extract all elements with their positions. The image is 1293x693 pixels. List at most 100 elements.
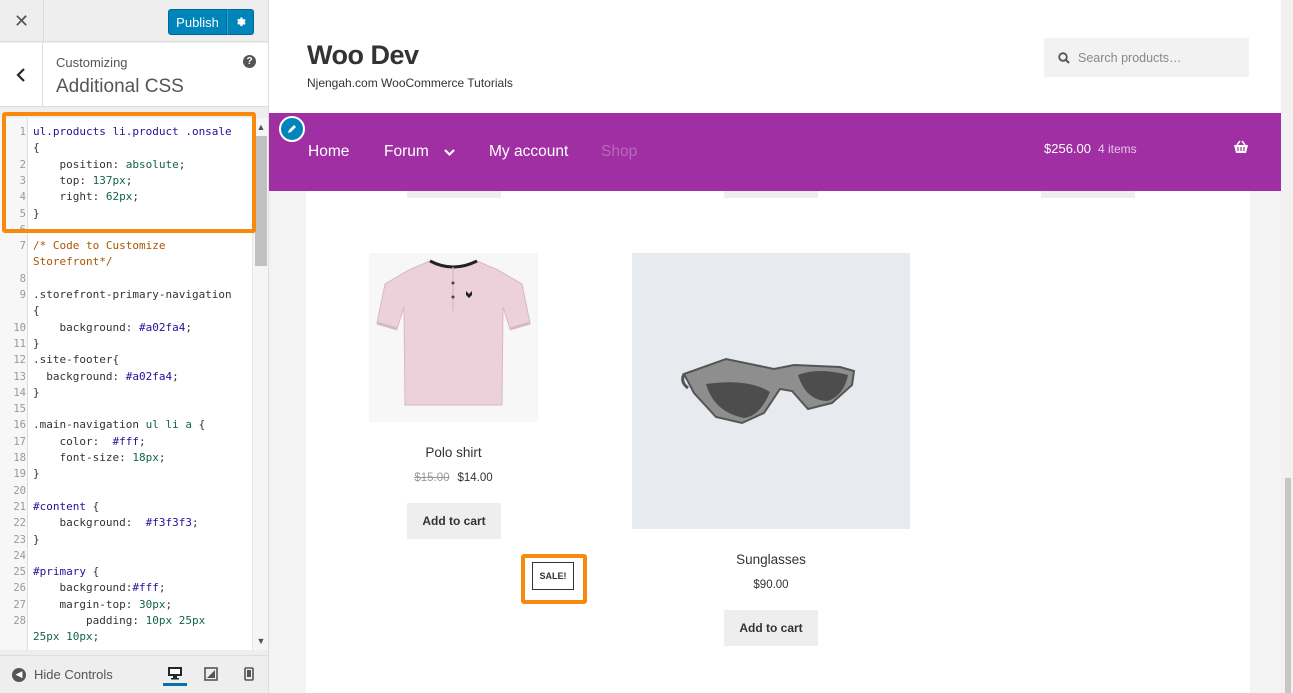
- code-token: ul li a: [145, 418, 192, 432]
- customizer-header-actions: ✕ Publish: [0, 0, 268, 42]
- customizing-label: Customizing: [56, 55, 128, 70]
- previous-row-button[interactable]: [407, 191, 501, 198]
- line-number: 24: [13, 549, 26, 562]
- search-input[interactable]: Search products…: [1044, 38, 1249, 77]
- code-token: ;: [138, 434, 146, 448]
- code-line[interactable]: 21 #content {: [0, 499, 252, 515]
- line-number: 16: [13, 419, 26, 432]
- code-token: .site-footer{: [33, 353, 120, 367]
- cart-total[interactable]: $256.00: [1044, 141, 1091, 156]
- code-line[interactable]: 14}: [0, 385, 252, 401]
- add-to-cart-button[interactable]: Add to cart: [724, 610, 818, 646]
- hide-controls-button[interactable]: ◀ Hide Controls: [12, 667, 113, 682]
- code-line[interactable]: 23}: [0, 532, 252, 548]
- code-line[interactable]: 26 background:#fff;: [0, 580, 252, 596]
- preview-scroll-thumb[interactable]: [1285, 478, 1291, 693]
- code-token: .main-navigation: [33, 418, 146, 432]
- old-price: $15.00: [414, 472, 450, 484]
- code-token: 30px: [138, 597, 166, 611]
- desktop-preview-button[interactable]: [163, 662, 187, 686]
- nav-item-home[interactable]: Home: [308, 143, 349, 161]
- tablet-icon: [204, 667, 218, 681]
- code-token: ;: [191, 516, 199, 530]
- help-icon[interactable]: ?: [243, 55, 256, 68]
- code-line[interactable]: 20: [0, 483, 252, 499]
- chevron-down-icon[interactable]: [444, 149, 455, 157]
- code-line[interactable]: 9 .storefront-primary-navigation: [0, 287, 252, 303]
- site-title[interactable]: Woo Dev: [307, 40, 419, 71]
- product-name-sunglasses[interactable]: Sunglasses: [632, 552, 910, 567]
- code-token: background:: [33, 320, 139, 334]
- code-token: 25px 10px: [33, 630, 93, 644]
- code-line[interactable]: 11}: [0, 336, 252, 352]
- code-line[interactable]: 8: [0, 271, 252, 287]
- product-image-sunglasses[interactable]: [632, 253, 910, 529]
- code-line[interactable]: 18 font-size: 18px;: [0, 450, 252, 466]
- add-to-cart-button[interactable]: Add to cart: [407, 503, 501, 539]
- code-line[interactable]: 17 color: #fff;: [0, 434, 252, 450]
- code-line[interactable]: 16 .main-navigation ul li a {: [0, 417, 252, 433]
- code-text: background: #a02fa4;: [33, 320, 191, 336]
- scroll-down-icon[interactable]: ▼: [256, 636, 266, 646]
- code-token: padding:: [33, 614, 146, 627]
- previous-row-button[interactable]: [724, 191, 818, 198]
- code-line[interactable]: 22 background: #f3f3f3;: [0, 515, 252, 531]
- code-text: {: [33, 303, 40, 319]
- chevron-left-icon: [16, 68, 25, 82]
- line-number: 19: [13, 468, 26, 481]
- code-text: #content {: [33, 499, 99, 515]
- mobile-preview-button[interactable]: [237, 662, 261, 686]
- code-line[interactable]: 25 #primary {: [0, 564, 252, 580]
- code-token: background:: [33, 369, 126, 383]
- code-line[interactable]: 28 padding: 10px 25px: [0, 613, 252, 629]
- code-line[interactable]: 10 background: #a02fa4;: [0, 320, 252, 336]
- nav-item-forum[interactable]: Forum: [384, 143, 429, 161]
- product-name-polo-shirt[interactable]: Polo shirt: [369, 445, 538, 460]
- code-line[interactable]: 25px 10px;: [0, 629, 252, 645]
- line-number: 13: [13, 370, 26, 383]
- code-line[interactable]: 15: [0, 401, 252, 417]
- code-text: background: #f3f3f3;: [33, 515, 199, 531]
- previous-row-button[interactable]: [1041, 191, 1135, 198]
- line-number: 26: [13, 582, 26, 595]
- code-highlight-annotation: [2, 112, 256, 233]
- publish-button[interactable]: Publish: [168, 9, 227, 35]
- polo-shirt-image: [376, 259, 531, 406]
- code-token: {: [191, 418, 206, 432]
- line-number: 9: [19, 289, 26, 301]
- cart-count[interactable]: 4 items: [1098, 142, 1137, 156]
- back-button[interactable]: [0, 43, 43, 107]
- code-line[interactable]: 24: [0, 548, 252, 564]
- code-text: background:#fff;: [33, 580, 165, 596]
- code-token: 18px: [132, 451, 159, 464]
- product-price-sunglasses: $90.00: [753, 579, 789, 591]
- close-customizer-button[interactable]: ✕: [0, 0, 44, 42]
- tablet-preview-button[interactable]: [199, 662, 223, 686]
- nav-item-shop[interactable]: Shop: [601, 143, 637, 161]
- product-image-polo-shirt[interactable]: [369, 253, 538, 422]
- code-line[interactable]: 27 margin-top: 30px;: [0, 597, 252, 613]
- line-number: 7: [19, 240, 26, 253]
- code-line[interactable]: {: [0, 303, 252, 319]
- code-token: 10px 25px: [145, 614, 206, 627]
- line-number: 23: [13, 533, 26, 546]
- code-token: #f3f3f3: [145, 516, 192, 530]
- basket-icon[interactable]: [1233, 140, 1249, 154]
- line-number: 14: [13, 386, 26, 399]
- code-token: #fff: [132, 581, 159, 595]
- nav-item-my-account[interactable]: My account: [489, 143, 568, 161]
- line-number: 20: [13, 484, 26, 497]
- edit-shortcut-button[interactable]: [279, 116, 305, 142]
- code-line[interactable]: 13 background: #a02fa4;: [0, 369, 252, 385]
- code-line[interactable]: 7 /* Code to Customize: [0, 238, 252, 254]
- editor-scroll-thumb[interactable]: [255, 136, 267, 266]
- code-line[interactable]: 19}: [0, 466, 252, 482]
- code-token: #a02fa4: [125, 369, 173, 383]
- scroll-up-icon[interactable]: ▲: [256, 122, 266, 132]
- code-line[interactable]: 12 .site-footer{: [0, 352, 252, 368]
- close-icon: ✕: [13, 10, 30, 31]
- publish-settings-button[interactable]: [227, 9, 254, 35]
- code-text: padding: 10px 25px: [33, 613, 205, 629]
- code-line[interactable]: Storefront*/: [0, 254, 252, 270]
- code-token: color:: [33, 434, 113, 448]
